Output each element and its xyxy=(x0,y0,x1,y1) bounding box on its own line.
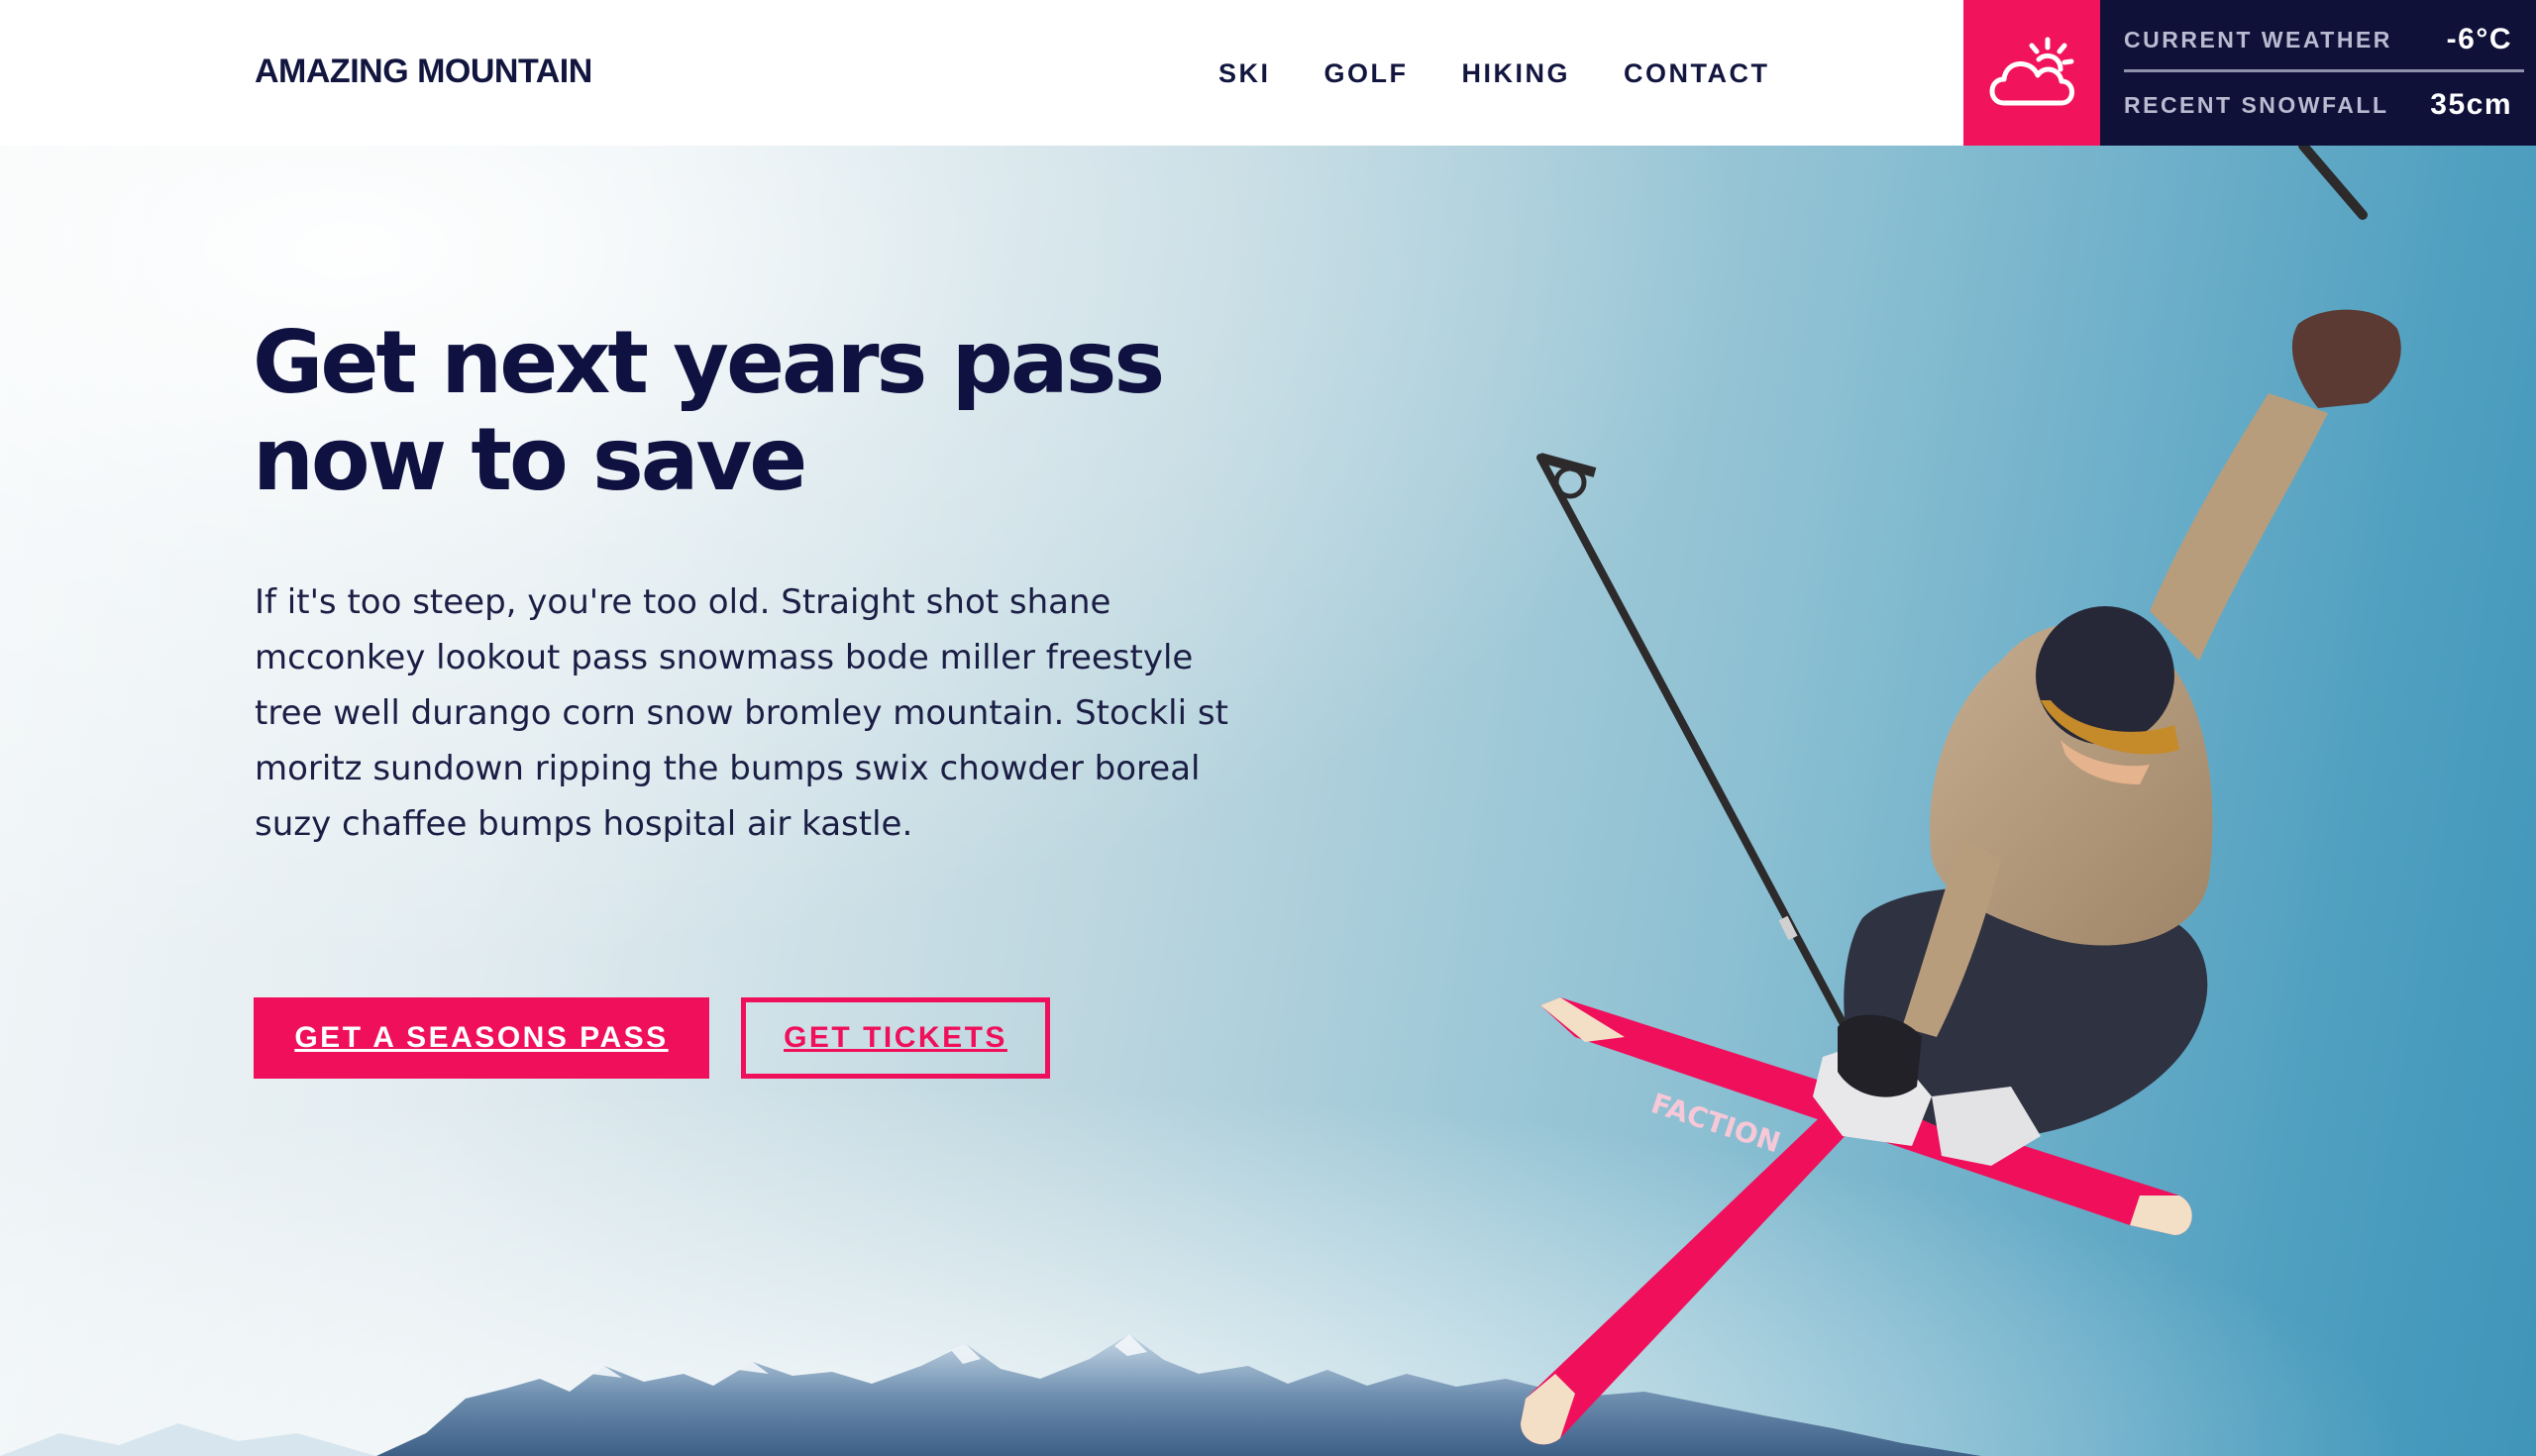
recent-snowfall-value: 35cm xyxy=(2430,88,2512,121)
site-header: AMAZING MOUNTAIN SKI GOLF HIKING CONTACT… xyxy=(0,0,2536,146)
weather-divider xyxy=(2124,69,2524,72)
hero-headline: Get next years pass now to save xyxy=(253,312,1165,510)
partly-cloudy-icon xyxy=(1989,37,2074,105)
weather-icon-box xyxy=(1963,0,2100,146)
brand-logo[interactable]: AMAZING MOUNTAIN xyxy=(255,52,592,91)
nav-item-golf[interactable]: GOLF xyxy=(1324,57,1409,89)
get-tickets-button[interactable]: GET TICKETS xyxy=(741,997,1050,1079)
get-seasons-pass-button[interactable]: GET A SEASONS PASS xyxy=(254,997,709,1079)
current-weather-row: CURRENT WEATHER -6°C xyxy=(2124,20,2512,59)
current-weather-label: CURRENT WEATHER xyxy=(2124,26,2392,52)
weather-panel: CURRENT WEATHER -6°C RECENT SNOWFALL 35c… xyxy=(2100,0,2536,146)
current-weather-value: -6°C xyxy=(2446,23,2512,55)
hero-body-text: If it's too steep, you're too old. Strai… xyxy=(255,582,1228,844)
main-nav: SKI GOLF HIKING CONTACT xyxy=(1218,0,1824,146)
hero-section: FACTION Get next years pass now to save … xyxy=(0,146,2536,1456)
nav-item-hiking[interactable]: HIKING xyxy=(1462,57,1571,89)
recent-snowfall-label: RECENT SNOWFALL xyxy=(2124,91,2389,118)
nav-item-ski[interactable]: SKI xyxy=(1218,57,1271,89)
nav-item-contact[interactable]: CONTACT xyxy=(1624,57,1769,89)
recent-snowfall-row: RECENT SNOWFALL 35cm xyxy=(2124,85,2512,125)
